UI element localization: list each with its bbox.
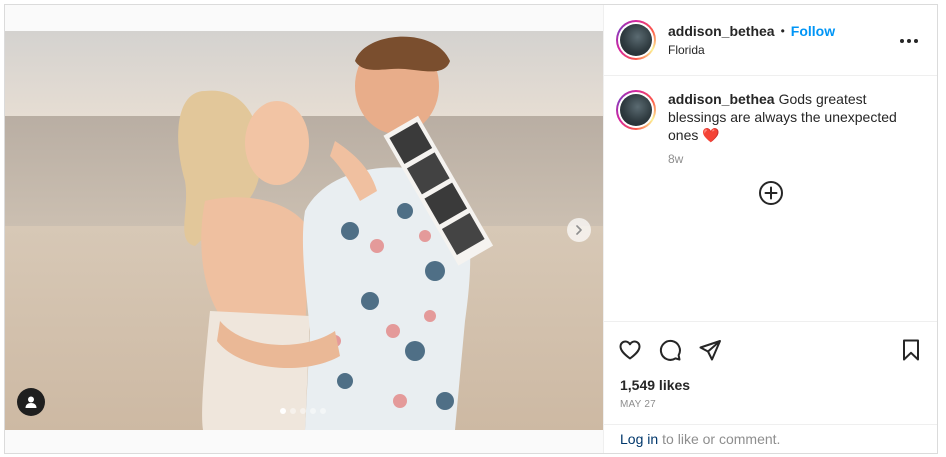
- post-date[interactable]: MAY 27: [620, 399, 921, 410]
- caption-row: addison_bethea Gods greatest blessings ar…: [616, 90, 925, 168]
- heart-emoji: ❤️: [702, 127, 720, 143]
- carousel-dot: [290, 408, 296, 414]
- user-tags-button[interactable]: [17, 388, 45, 416]
- beach-couple-photo: [5, 31, 603, 430]
- more-options-button[interactable]: [897, 31, 921, 51]
- post-media[interactable]: [5, 5, 603, 453]
- header-username[interactable]: addison_bethea: [668, 23, 775, 39]
- caption-text: addison_bethea Gods greatest blessings ar…: [668, 90, 918, 144]
- action-bar: [604, 321, 937, 377]
- comments-section: addison_bethea Gods greatest blessings ar…: [604, 76, 937, 321]
- plus-circle-icon: [759, 181, 783, 205]
- carousel-dots: [280, 408, 326, 414]
- likes-count[interactable]: 1,549 likes: [620, 377, 921, 393]
- post-photo: [5, 31, 603, 430]
- likes-block: 1,549 likes MAY 27: [604, 377, 937, 424]
- more-options-icon: [900, 39, 904, 43]
- carousel-dot: [310, 408, 316, 414]
- follow-button[interactable]: Follow: [791, 23, 835, 39]
- comment-button[interactable]: [656, 336, 684, 364]
- carousel-dot: [320, 408, 326, 414]
- login-prompt: Log in to like or comment.: [604, 424, 937, 453]
- avatar: [620, 24, 652, 56]
- load-more-comments-button[interactable]: [758, 180, 784, 206]
- user-tag-icon: [25, 396, 37, 408]
- post-side-panel: addison_bethea • Follow Florida addison_…: [603, 5, 937, 453]
- caption-avatar: [620, 94, 652, 126]
- share-button[interactable]: [696, 336, 724, 364]
- bookmark-icon: [903, 339, 919, 360]
- heart-outline-icon: [619, 340, 641, 359]
- next-slide-button[interactable]: [567, 218, 591, 242]
- carousel-dot: [280, 408, 286, 414]
- login-prompt-text: to like or comment.: [662, 431, 781, 447]
- instagram-post: addison_bethea • Follow Florida addison_…: [4, 4, 938, 454]
- story-ring[interactable]: [616, 20, 656, 60]
- carousel-dot: [300, 408, 306, 414]
- login-link[interactable]: Log in: [620, 431, 658, 447]
- chevron-right-icon: [576, 225, 582, 235]
- like-button[interactable]: [616, 336, 644, 364]
- post-header: addison_bethea • Follow Florida: [604, 5, 937, 76]
- comment-bubble-icon: [659, 339, 681, 361]
- separator-dot: •: [780, 24, 785, 38]
- paper-plane-icon: [699, 339, 721, 360]
- caption-story-ring[interactable]: [616, 90, 656, 130]
- post-age: 8w: [668, 152, 684, 166]
- save-button[interactable]: [897, 336, 925, 364]
- caption-username[interactable]: addison_bethea: [668, 91, 775, 107]
- location-link[interactable]: Florida: [668, 43, 835, 57]
